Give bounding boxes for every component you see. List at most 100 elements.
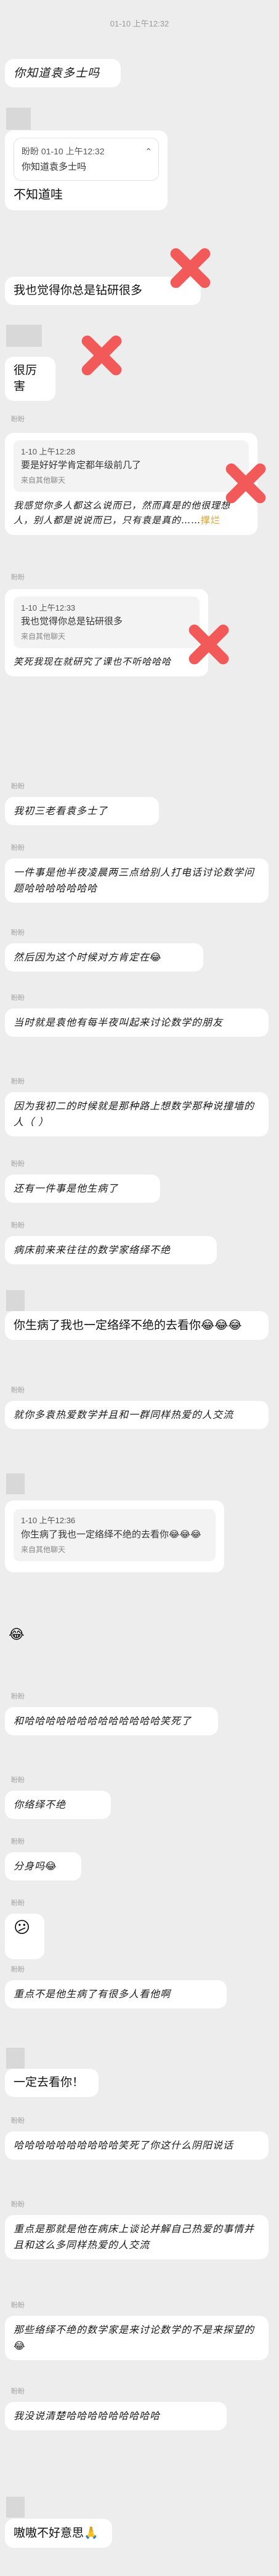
message-bubble[interactable]: 哈哈哈哈哈哈哈哈哈哈笑死了你这什么阴阳说话	[5, 2131, 269, 2160]
message-bubble[interactable]: 你络绎不绝	[5, 1791, 111, 1819]
message-text: 我感觉你多人都这么说而已，然而真是的他很理想人，别人都是说说而已，只有袁是真的……	[14, 500, 231, 526]
message-bubble[interactable]: 一件事是他半夜凌晨两三点给别人打电话讨论数学问题哈哈哈哈哈哈哈	[5, 858, 269, 903]
sender-name: 盼盼	[11, 1693, 25, 1700]
sender-name: 盼盼	[11, 574, 25, 581]
message-bubble[interactable]: 然后因为这个时候对方肯定在😂	[5, 943, 203, 972]
message-text: 哈哈哈哈哈哈哈哈哈哈笑死了你这什么阴阳说话	[14, 2139, 234, 2151]
message-text: 当时就是袁他有每半夜叫起来讨论数学的朋友	[14, 1017, 224, 1028]
redacted-avatar	[6, 1290, 25, 1311]
message-text: 一件事是他半夜凌晨两三点给别人打电话讨论数学问题哈哈哈哈哈哈哈	[14, 866, 255, 894]
quote-card[interactable]: 1-10 上午12:33 我也觉得你总是钻研很多 来自其他聊天 笑死我现在就研究…	[5, 589, 208, 676]
message-bubble[interactable]: 嗷嗷不好意思🙏	[5, 2519, 112, 2548]
message-bubble[interactable]: 因为我初二的时候就是那种路上想数学那种说撞墙的人（ ）	[5, 1092, 269, 1136]
quote-text: 我也觉得你总是钻研很多	[21, 616, 123, 627]
message-text: 然后因为这个时候对方肯定在	[14, 951, 150, 963]
sender-name: 盼盼	[11, 416, 25, 423]
message-text: 就你多袁热爱数学并且和一群同样热爱的人交流	[14, 1409, 234, 1421]
sender-name: 盼盼	[11, 783, 25, 790]
redacted-avatar	[6, 1473, 25, 1494]
quoted-message[interactable]: 盼盼 01-10 上午12:32 你知道袁多士吗 ⌃	[14, 138, 159, 181]
sender-name: 盼盼	[11, 1838, 25, 1845]
laugh-cry-emoji-icon: 😂😂😂	[201, 1318, 242, 1332]
laugh-cry-emoji-icon: 😂😂😂	[169, 1529, 201, 1540]
quote-text: 你生病了我也一定络绎不绝的去看你😂😂😂	[21, 1529, 201, 1540]
message-bubble[interactable]: 一定去看你！	[5, 2069, 99, 2097]
chevron-icon[interactable]: ⌃	[145, 143, 152, 159]
quote-source: 来自其他聊天	[21, 476, 66, 485]
timestamp: 01-10 上午12:32	[110, 19, 169, 28]
laugh-cry-emoji-icon: 😂	[45, 1860, 57, 1872]
message-text: 嗷嗷不好意思	[14, 2527, 84, 2540]
message-bubble[interactable]: 😕	[5, 1914, 44, 1959]
message-bubble[interactable]: 那些络绎不绝的数学家是来讨论数学的不是来探望的 😂	[5, 2316, 269, 2360]
quote-card[interactable]: 1-10 上午12:28 要是好好学肯定都年级前几了 来自其他聊天 我感觉你多人…	[5, 433, 257, 535]
message-text: 一定去看你！	[14, 2076, 84, 2089]
laugh-cry-emoji-icon: 😂	[9, 1627, 25, 1643]
sender-name: 盼盼	[11, 1966, 25, 1973]
quote-text: 要是好好学肯定都年级前几了	[21, 460, 142, 470]
message-bubble[interactable]: 很厉害	[5, 357, 55, 401]
sender-name: 盼盼	[11, 1222, 25, 1229]
sender-name: 盼盼	[11, 1777, 25, 1784]
quoted-message[interactable]: 1-10 上午12:33 我也觉得你总是钻研很多 来自其他聊天	[14, 596, 200, 648]
quote-card[interactable]: 盼盼 01-10 上午12:32 你知道袁多士吗 ⌃ 不知道哇	[5, 130, 168, 210]
quoted-message[interactable]: 1-10 上午12:28 要是好好学肯定都年级前几了 来自其他聊天	[14, 440, 249, 492]
sender-name: 盼盼	[11, 2201, 25, 2208]
quote-source: 来自其他聊天	[21, 632, 66, 641]
message-bubble[interactable]: 还有一件事是他生病了	[5, 1175, 160, 1203]
message-text: 不知道哇	[14, 188, 63, 202]
message-bubble[interactable]: 就你多袁热爱数学并且和一群同样热爱的人交流	[5, 1401, 269, 1429]
message-bubble[interactable]: 当时就是袁他有每半夜叫起来讨论数学的朋友	[5, 1009, 269, 1037]
quote-text: 你知道袁多士吗	[22, 162, 87, 172]
sender-name: 盼盼	[11, 1387, 25, 1394]
laugh-cry-emoji-icon: 😂	[14, 2340, 26, 2352]
message-bubble[interactable]: 我初三老看袁多士了	[5, 797, 159, 825]
message-bubble[interactable]: 我没说清楚哈哈哈哈哈哈哈哈哈	[5, 2402, 227, 2430]
message-bubble[interactable]: 你生病了我也一定络绎不绝的去看你😂😂😂	[5, 1311, 269, 1340]
redacted-avatar	[6, 325, 42, 347]
message-text: 重点是那就是他在病床上谈论并解自己热爱的事情并且和这么多同样热爱的人交流	[14, 2223, 255, 2251]
message-bubble[interactable]: 重点是那就是他在病床上谈论并解自己热爱的事情并且和这么多同样热爱的人交流	[5, 2215, 269, 2259]
sender-name: 盼盼	[11, 1160, 25, 1168]
quote-meta: 盼盼 01-10 上午12:32	[22, 146, 105, 156]
sender-name: 盼盼	[11, 994, 25, 1002]
red-x-icon	[78, 332, 124, 379]
redacted-avatar	[6, 2497, 25, 2518]
message-text: 我也觉得你总是钻研很多	[14, 284, 143, 297]
quote-meta: 1-10 上午12:28	[21, 447, 76, 456]
confused-face-icon: 😕	[14, 1919, 31, 1937]
message-text: 我没说清楚哈哈哈哈哈哈哈哈哈	[14, 2410, 161, 2422]
red-x-icon	[222, 460, 269, 507]
quote-meta: 1-10 上午12:33	[21, 603, 76, 612]
message-bubble[interactable]: 病床前来来往往的数学家络绎不绝	[5, 1236, 217, 1264]
message-text: 我初三老看袁多士了	[14, 805, 108, 817]
sender-name: 盼盼	[11, 1078, 25, 1085]
redacted-avatar	[6, 108, 31, 130]
message-text: 很厉害	[14, 364, 38, 393]
sender-name: 盼盼	[11, 2117, 25, 2125]
message-text: 还有一件事是他生病了	[14, 1183, 119, 1194]
message-text: 病床前来来往往的数学家络绎不绝	[14, 1244, 171, 1256]
quote-source: 来自其他聊天	[21, 1545, 66, 1554]
laugh-cry-emoji-icon: 😂	[150, 951, 162, 963]
redacted-avatar	[6, 2048, 25, 2069]
message-bubble[interactable]: 你知道袁多士吗	[5, 59, 121, 87]
quoted-message[interactable]: 1-10 上午12:36 你生病了我也一定络绎不绝的去看你😂😂😂 来自其他聊天	[14, 1509, 216, 1561]
expand-link[interactable]: 撑烂	[201, 515, 220, 526]
message-bubble[interactable]: 分身吗😂	[5, 1852, 81, 1880]
message-bubble[interactable]: 重点不是他生病了有很多人看他啊	[5, 1980, 227, 2008]
message-text: 你生病了我也一定络绎不绝的去看你	[14, 1319, 201, 1332]
message-text: 你络绎不绝	[14, 1799, 67, 1810]
sender-name: 盼盼	[11, 929, 25, 937]
message-text: 和哈哈哈哈哈哈哈哈哈哈哈哈哈笑死了	[14, 1715, 192, 1727]
message-text: 那些络绎不绝的数学家是来讨论数学的不是来探望的	[14, 2324, 255, 2336]
quote-card[interactable]: 1-10 上午12:36 你生病了我也一定络绎不绝的去看你😂😂😂 来自其他聊天	[5, 1500, 224, 1572]
message-text: 分身吗	[14, 1860, 46, 1872]
red-x-icon	[185, 621, 232, 668]
quote-meta: 1-10 上午12:36	[21, 1516, 76, 1525]
sender-name: 盼盼	[11, 2302, 25, 2309]
sender-name: 盼盼	[11, 2388, 25, 2395]
message-text: 笑死我现在就研究了课也不听哈哈哈	[14, 656, 172, 667]
message-bubble[interactable]: 和哈哈哈哈哈哈哈哈哈哈哈哈哈笑死了	[5, 1707, 218, 1735]
message-text: 你知道袁多士吗	[14, 66, 100, 80]
